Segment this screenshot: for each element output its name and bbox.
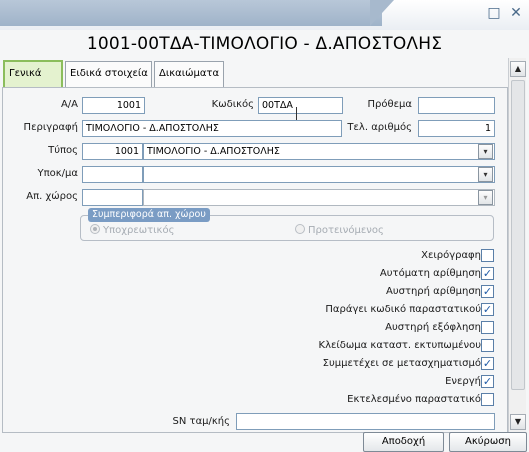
ypokma-dropdown-icon[interactable]: ▾: [478, 167, 493, 182]
radio-dot-icon: [90, 224, 100, 234]
chk-generates-code[interactable]: ✓: [481, 303, 494, 316]
radio-label: Προτεινόμενος: [308, 225, 384, 236]
titlebar-slant: [370, 0, 394, 26]
aa-label: Α/Α: [60, 99, 78, 110]
tel-arithmos-label: Τελ. αριθμός: [347, 122, 412, 133]
tab-special-details[interactable]: Ειδικά στοιχεία: [65, 61, 152, 87]
accept-button[interactable]: Αποδοχή: [363, 432, 444, 452]
radio-mandatory[interactable]: Υποχρεωτικός: [90, 224, 174, 236]
scroll-thumb[interactable]: [511, 80, 525, 390]
chk-transformation[interactable]: ✓: [481, 357, 494, 370]
ap-xoros-label: Απ. χώρος: [26, 191, 78, 202]
typos-dropdown-icon[interactable]: ▾: [478, 144, 493, 159]
chk-strict-settlement[interactable]: [481, 321, 494, 334]
tab-general[interactable]: Γενικά: [3, 60, 63, 88]
checkbox-label: Παράγει κωδικό παραστατικού: [325, 304, 481, 315]
checkbox-label: Εκτελεσμένο παραστατικό: [347, 394, 481, 405]
checkbox-label: Αυστηρή αρίθμηση: [385, 286, 481, 297]
group-legend: Συμπεριφορά απ. χώρου: [88, 208, 210, 222]
checkbox-label: Αυτόματη αρίθμηση: [379, 268, 481, 279]
kodikos-label: Κωδικός: [211, 99, 254, 110]
checkbox-label: Συμμετέχει σε μετασχηματισμό: [322, 358, 481, 369]
chk-strict-numbering[interactable]: ✓: [481, 285, 494, 298]
aa-input[interactable]: 1001: [82, 97, 145, 114]
minimize-icon[interactable]: □: [486, 6, 502, 22]
checkbox-label: Ενεργή: [445, 376, 481, 387]
close-icon[interactable]: ✕: [508, 6, 524, 22]
ypokma-select[interactable]: [143, 166, 495, 183]
chk-auto-numbering[interactable]: ✓: [481, 267, 494, 280]
sn-label: SN ταμ/κής: [172, 416, 230, 427]
prothema-label: Πρόθεμα: [367, 99, 412, 110]
sn-input[interactable]: [236, 413, 495, 430]
ypokma-label: Υποκ/μα: [37, 168, 78, 179]
radio-dot-icon: [295, 224, 305, 234]
ap-xoros-select[interactable]: [143, 189, 495, 206]
ap-xoros-code-input[interactable]: [82, 189, 143, 206]
page-title: 1001-00ΤΔΑ-ΤΙΜΟΛΟΓΙΟ - Δ.ΑΠΟΣΤΟΛΗΣ: [86, 34, 443, 54]
vertical-scrollbar[interactable]: ▲ ▼: [508, 58, 526, 432]
window-titlebar[interactable]: □ ✕: [0, 0, 529, 30]
chk-lock-printed[interactable]: [481, 339, 494, 352]
radio-suggested[interactable]: Προτεινόμενος: [295, 224, 384, 236]
chk-executed-document[interactable]: [481, 393, 494, 406]
radio-label: Υποχρεωτικός: [103, 225, 175, 236]
titlebar-highlight: [0, 0, 382, 26]
perigrafi-input[interactable]: ΤΙΜΟΛΟΓΙΟ - Δ.ΑΠΟΣΤΟΛΗΣ: [82, 120, 342, 137]
typos-label: Τύπος: [48, 145, 78, 156]
perigrafi-label: Περιγραφή: [23, 122, 78, 133]
typos-select[interactable]: ΤΙΜΟΛΟΓΙΟ - Δ.ΑΠΟΣΤΟΛΗΣ: [143, 143, 495, 160]
ypokma-code-input[interactable]: [82, 166, 143, 183]
kodikos-input[interactable]: 00ΤΔΑ: [258, 97, 343, 114]
prothema-input[interactable]: [418, 97, 495, 114]
chk-active[interactable]: ✓: [481, 375, 494, 388]
checkbox-label: Αυστηρή εξόφληση: [385, 322, 481, 333]
checkbox-label: Χειρόγραφη: [421, 250, 481, 261]
tel-arithmos-input[interactable]: 1: [418, 120, 495, 137]
scroll-up-icon[interactable]: ▲: [510, 61, 526, 77]
scroll-down-icon[interactable]: ▼: [510, 414, 526, 430]
chk-handwritten[interactable]: [481, 249, 494, 262]
tab-permissions[interactable]: Δικαιώματα: [154, 61, 224, 87]
typos-code-input[interactable]: 1001: [82, 143, 143, 160]
text-cursor-icon: [296, 107, 297, 121]
cancel-button[interactable]: Ακύρωση: [449, 432, 527, 452]
checkbox-label: Κλείδωμα καταστ. εκτυπωμένου: [318, 340, 481, 351]
ap-xoros-dropdown-icon[interactable]: ▾: [478, 190, 493, 205]
